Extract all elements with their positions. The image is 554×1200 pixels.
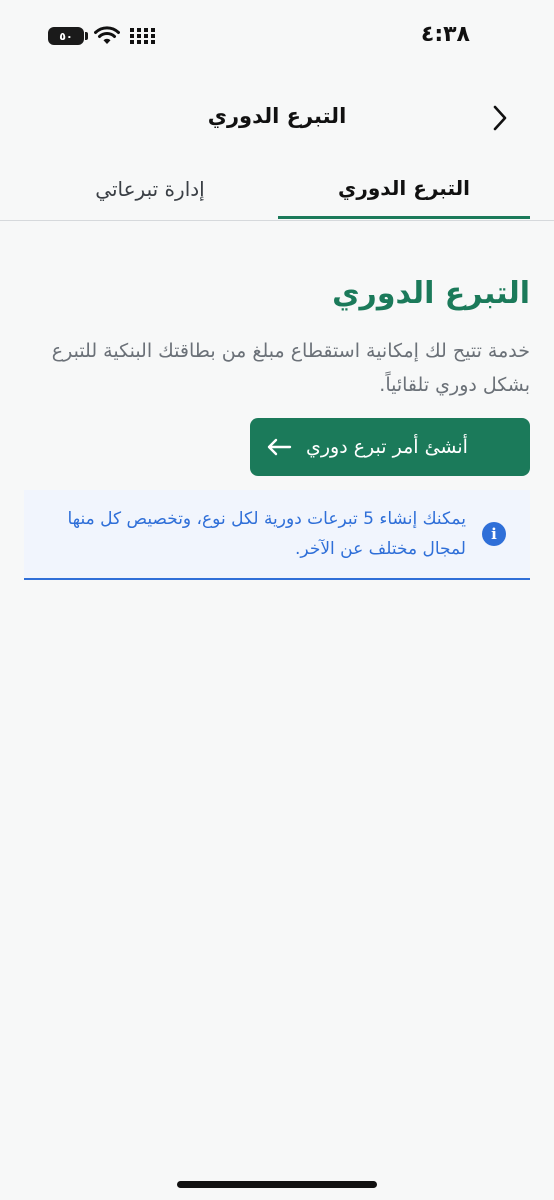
section-heading: التبرع الدوري [332, 276, 530, 311]
create-periodic-donation-button[interactable]: أنشئ أمر تبرع دوري [250, 418, 530, 476]
battery-icon: ٥٠ [48, 27, 88, 45]
home-indicator [177, 1181, 377, 1188]
tab-periodic-donation[interactable]: التبرع الدوري [278, 160, 530, 219]
create-button-label: أنشئ أمر تبرع دوري [306, 436, 468, 458]
wifi-icon [94, 26, 120, 44]
status-icons: ٥٠ [48, 26, 156, 46]
info-icon: i [482, 522, 506, 546]
arrow-left-icon [267, 438, 292, 456]
tab-bar: التبرع الدوري إدارة تبرعاتي [0, 160, 554, 221]
tab-manage-donations[interactable]: إدارة تبرعاتي [24, 160, 276, 218]
page-title: التبرع الدوري [207, 104, 347, 128]
section-description: خدمة تتيح لك إمكانية استقطاع مبلغ من بطا… [51, 340, 530, 396]
signal-icon [130, 28, 155, 44]
info-text: يمكنك إنشاء 5 تبرعات دورية لكل نوع، وتخص… [67, 509, 467, 559]
status-bar: ٤:٣٨ ٥٠ [0, 0, 554, 78]
header: التبرع الدوري [0, 90, 554, 146]
status-time: ٤:٣٨ [420, 22, 470, 47]
info-notice: i يمكنك إنشاء 5 تبرعات دورية لكل نوع، وت… [24, 490, 530, 580]
battery-level: ٥٠ [59, 29, 73, 43]
